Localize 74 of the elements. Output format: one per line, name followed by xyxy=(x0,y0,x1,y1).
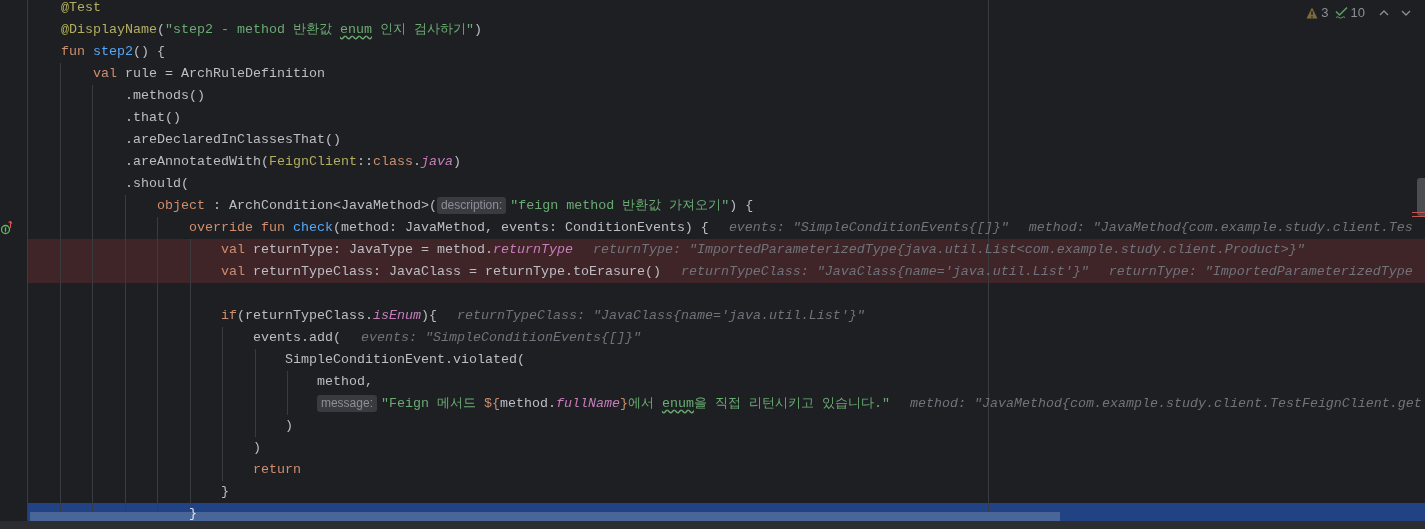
annotation: @Test xyxy=(61,0,101,17)
inline-value-hint: method: "JavaMethod{com.example.study.client.TestFeignClient.get xyxy=(909,395,1422,413)
string-literal: 인지 검사하기" xyxy=(378,21,474,39)
inline-value-hint: returnTypeClass: "JavaClass{name='java.util.List'}" xyxy=(680,263,1089,281)
property-name: fullName xyxy=(555,395,620,413)
code-text: .should( xyxy=(125,175,189,193)
property-name: returnType xyxy=(492,241,573,259)
parameter-hint: description: xyxy=(436,197,507,215)
keyword: val xyxy=(93,65,118,83)
keyword: return xyxy=(252,461,301,479)
code-text: ) xyxy=(473,21,482,39)
code-text: () { xyxy=(133,43,165,61)
inline-value-hint: returnTypeClass: "JavaClass{name='java.util.List'}" xyxy=(456,307,865,325)
inline-value-hint: events: "SimpleConditionEvents{[]}" xyxy=(360,329,641,347)
keyword: val xyxy=(220,241,246,259)
code-text: method. xyxy=(499,395,556,413)
code-text: . xyxy=(412,153,421,171)
code-text: ) xyxy=(252,439,261,457)
passed-count: 10 xyxy=(1350,4,1365,22)
string-literal: enum xyxy=(339,21,372,39)
keyword: override fun xyxy=(188,219,286,237)
code-text: .methods() xyxy=(125,87,205,105)
check-icon[interactable] xyxy=(1334,6,1348,20)
chevron-down-icon[interactable] xyxy=(1401,8,1411,17)
code-text: SimpleConditionEvent.violated( xyxy=(284,351,525,369)
error-stripe-mark[interactable] xyxy=(1412,212,1425,217)
code-text: ) xyxy=(284,417,293,435)
function-name: check xyxy=(292,219,333,237)
property-name: java xyxy=(420,153,453,171)
code-text: : ArchCondition<JavaMethod>( xyxy=(213,197,437,215)
keyword: object xyxy=(157,197,206,215)
code-text: (method: JavaMethod, events: ConditionEvents) { xyxy=(332,219,709,237)
inline-value-hint: returnType: "ImportedParameterizedType xyxy=(1108,263,1413,281)
annotation: @DisplayName xyxy=(61,21,157,39)
keyword: class xyxy=(372,153,413,171)
annotation: FeignClient xyxy=(268,153,357,171)
code-text: returnType: JavaType = method. xyxy=(252,241,493,259)
code-text: } xyxy=(220,483,229,501)
code-text: } xyxy=(188,505,197,521)
code-text: ) { xyxy=(729,197,754,215)
property-name: isEnum xyxy=(372,307,421,325)
implement-marker-icon[interactable] xyxy=(1,221,13,235)
string-literal: 을 직접 리턴시키고 있습니다." xyxy=(693,395,890,413)
keyword: ${ xyxy=(483,395,500,413)
code-text: ){ xyxy=(420,307,437,325)
keyword: fun xyxy=(61,43,86,61)
code-text: :: xyxy=(356,153,373,171)
string-literal: enum xyxy=(661,395,694,413)
code-text: returnTypeClass: JavaClass = returnType.toErasure() xyxy=(252,263,661,281)
code-text: rule = ArchRuleDefinition xyxy=(125,65,325,83)
string-literal: "step2 - method 반환값 xyxy=(165,21,333,39)
code-text: .areDeclaredInClassesThat() xyxy=(125,131,341,149)
chevron-up-icon[interactable] xyxy=(1379,8,1389,17)
code-text: (returnTypeClass. xyxy=(236,307,373,325)
string-literal: "feign method 반환값 가져오기" xyxy=(510,197,730,215)
code-text: .areAnnotatedWith( xyxy=(125,153,269,171)
warning-icon[interactable] xyxy=(1306,6,1319,19)
code-text: events.add( xyxy=(252,329,341,347)
keyword: } xyxy=(619,395,628,413)
code-text: ( xyxy=(157,21,165,39)
scrollbar-thumb[interactable] xyxy=(1417,178,1425,216)
keyword: if xyxy=(220,307,237,325)
inline-value-hint: method: "JavaMethod{com.example.study.client.Tes xyxy=(1028,219,1413,237)
code-text: ) xyxy=(452,153,461,171)
inline-value-hint: returnType: "ImportedParameterizedType{java.util.List<com.example.study.client.Product>}" xyxy=(592,241,1305,259)
code-text: method, xyxy=(316,373,373,391)
code-text: .that() xyxy=(125,109,181,127)
function-name: step2 xyxy=(93,43,133,61)
inline-value-hint: events: "SimpleConditionEvents{[]}" xyxy=(728,219,1009,237)
parameter-hint: message: xyxy=(316,395,377,413)
keyword: val xyxy=(220,263,246,281)
warning-count: 3 xyxy=(1321,4,1329,22)
string-literal: "Feign 메서드 xyxy=(380,395,477,413)
string-literal: 에서 xyxy=(627,395,655,413)
